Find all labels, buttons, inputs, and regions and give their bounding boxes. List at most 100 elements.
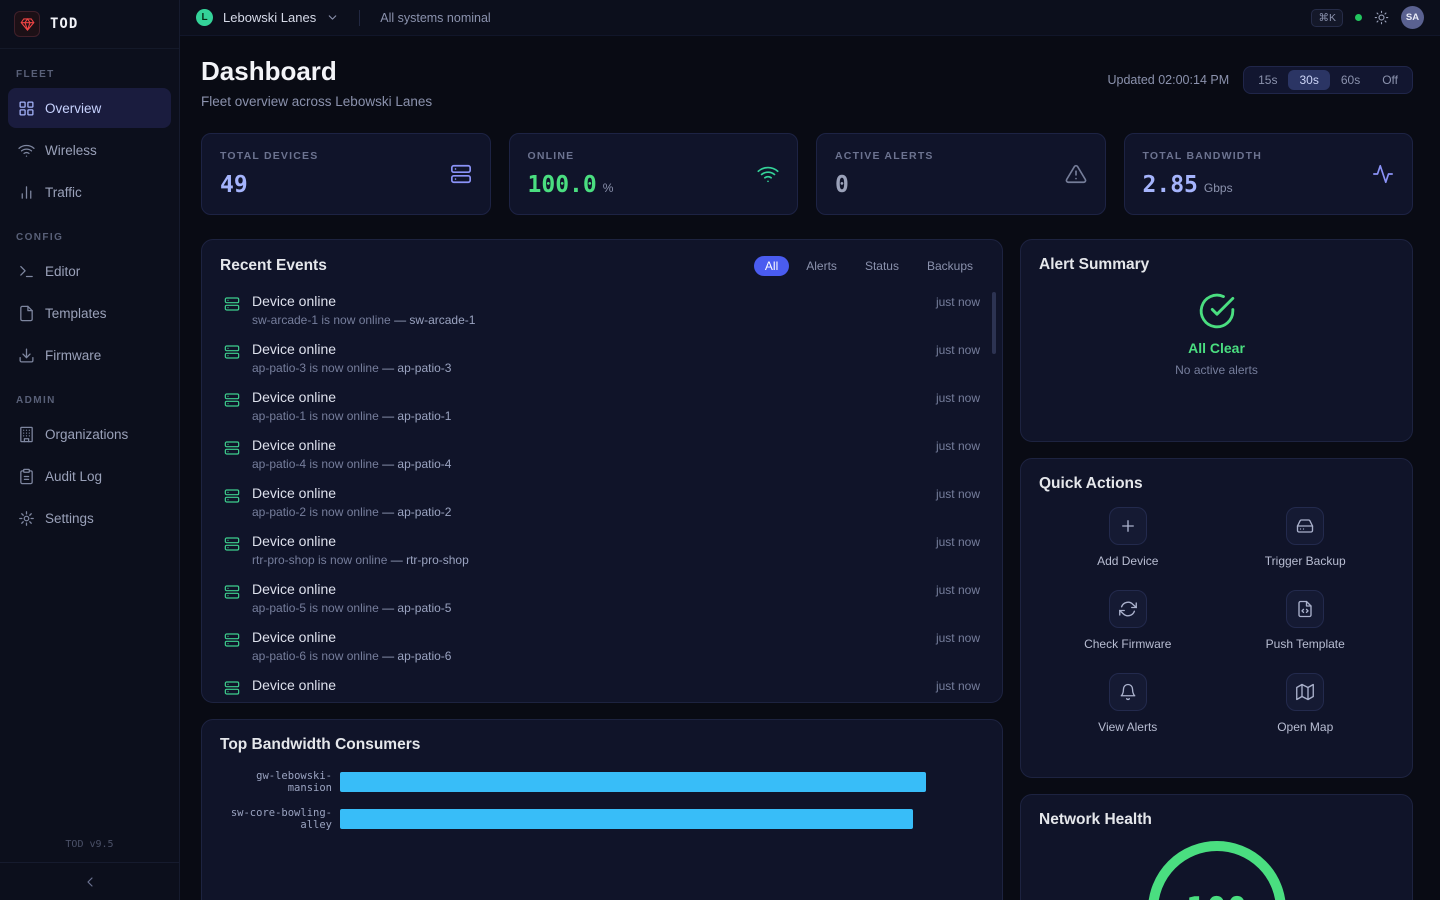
event-title: Device online [252,389,451,405]
bandwidth-device-label: sw-core-bowling-alley [220,807,332,831]
stat-value: 0 [835,172,849,198]
sun-icon[interactable] [1374,10,1389,25]
event-detail: sw-arcade-1 is now online [252,313,391,327]
quick-action-add-device[interactable]: Add Device [1039,507,1217,568]
server-icon [224,344,240,360]
event-list: Device online sw-arcade-1 is now online … [220,286,984,703]
events-scrollbar[interactable] [992,292,996,354]
network-health-panel: Network Health 100 [1020,794,1413,900]
quick-action-view-alerts[interactable]: View Alerts [1039,673,1217,734]
event-filter-pill[interactable]: All [754,256,789,276]
sidebar-collapse-button[interactable] [0,862,179,900]
event-detail: ap-patio-4 is now online [252,457,379,471]
event-detail: rtr-pro-shop is now online [252,553,387,567]
command-palette-shortcut[interactable]: ⌘K [1311,9,1343,27]
plus-icon [1109,507,1147,545]
stat-card-active-alerts: ACTIVE ALERTS 0 [816,133,1106,215]
bandwidth-row: sw-core-bowling-alley [220,807,984,831]
event-row[interactable]: Device online sw-arcade-1 is now online … [220,286,984,334]
app-version: TOD v9.5 [0,827,179,862]
alert-summary-panel: Alert Summary All Clear No active alerts [1020,239,1413,442]
quick-action-check-firmware[interactable]: Check Firmware [1039,590,1217,651]
refresh-segment[interactable]: Off [1371,70,1409,90]
sidebar-nav: FLEET Overview Wireless Traffic CONFIG E [0,49,179,540]
event-row[interactable]: Device online ap-patio-2 is now online —… [220,478,984,526]
event-title: Device online [252,677,336,693]
updated-timestamp: Updated 02:00:14 PM [1108,73,1230,87]
event-device: — ap-patio-4 [382,457,451,471]
nav-section-fleet: FLEET [16,69,163,80]
event-filter-pill[interactable]: Status [854,256,910,276]
bandwidth-bar [340,809,913,829]
sidebar-item-templates[interactable]: Templates [8,293,171,333]
sidebar-item-label: Firmware [45,348,101,363]
server-icon [224,296,240,312]
bandwidth-row: gw-lebowski-mansion [220,770,984,794]
bandwidth-bars: gw-lebowski-mansion sw-core-bowling-alle… [220,770,984,831]
refresh-segment[interactable]: 30s [1288,70,1329,90]
sidebar-item-firmware[interactable]: Firmware [8,335,171,375]
sidebar-item-overview[interactable]: Overview [8,88,171,128]
app-name: TOD [50,16,78,32]
event-title: Device online [252,341,451,357]
file-icon [18,305,35,322]
stat-value: 49 [220,172,248,198]
network-health-score: 100 [1142,835,1292,900]
page-title: Dashboard [201,56,432,87]
recent-events-title: Recent Events [220,257,327,275]
event-time: just now [936,295,980,309]
quick-action-push-template[interactable]: Push Template [1217,590,1395,651]
chevron-left-icon [82,874,98,890]
nav-section-config: CONFIG [16,232,163,243]
server-icon [224,680,240,696]
stat-value: 100.0 [528,172,597,198]
org-avatar: L [196,9,213,26]
org-switcher[interactable]: L Lebowski Lanes [196,9,339,26]
sidebar-item-label: Settings [45,511,94,526]
network-health-title: Network Health [1039,811,1394,829]
stat-value: 2.85 [1143,172,1198,198]
server-icon [224,392,240,408]
sidebar-item-traffic[interactable]: Traffic [8,172,171,212]
check-circle-icon [1198,292,1236,330]
app-logo: TOD [0,0,179,49]
event-filter-pill[interactable]: Alerts [795,256,848,276]
quick-action-open-map[interactable]: Open Map [1217,673,1395,734]
quick-actions-title: Quick Actions [1039,475,1394,493]
sidebar-item-wireless[interactable]: Wireless [8,130,171,170]
event-row[interactable]: Device online ap-patio-5 is now online —… [220,574,984,622]
event-title: Device online [252,629,451,645]
sidebar-item-editor[interactable]: Editor [8,251,171,291]
quick-action-trigger-backup[interactable]: Trigger Backup [1217,507,1395,568]
event-row[interactable]: Device online ap-patio-6 is now online —… [220,622,984,670]
event-row[interactable]: Device online ap-patio-3 is now online —… [220,334,984,382]
sidebar-item-organizations[interactable]: Organizations [8,414,171,454]
event-row[interactable]: Device online rtr-pro-shop is now online… [220,526,984,574]
event-row[interactable]: Device online just now [220,670,984,703]
event-filter-pill[interactable]: Backups [916,256,984,276]
recent-events-panel: Recent Events All Alerts Status Backups [201,239,1003,703]
event-row[interactable]: Device online ap-patio-4 is now online —… [220,430,984,478]
sidebar-item-settings[interactable]: Settings [8,498,171,538]
file-code-icon [1286,590,1324,628]
quick-action-label: Add Device [1097,554,1158,568]
page-header: Dashboard Fleet overview across Lebowski… [201,56,1413,109]
grid-icon [18,100,35,117]
sidebar-item-audit-log[interactable]: Audit Log [8,456,171,496]
event-time: just now [936,631,980,645]
refresh-segment[interactable]: 15s [1247,70,1288,90]
event-device: — ap-patio-2 [382,505,451,519]
stat-card-total-bandwidth: TOTAL BANDWIDTH 2.85 Gbps [1124,133,1414,215]
event-title: Device online [252,485,451,501]
stat-card-total-devices: TOTAL DEVICES 49 [201,133,491,215]
quick-action-label: Push Template [1266,637,1345,651]
event-device: — ap-patio-1 [382,409,451,423]
event-device: — ap-patio-5 [382,601,451,615]
event-row[interactable]: Device online ap-patio-1 is now online —… [220,382,984,430]
page-subtitle: Fleet overview across Lebowski Lanes [201,94,432,109]
sidebar-item-label: Audit Log [45,469,102,484]
building-icon [18,426,35,443]
user-avatar[interactable]: SA [1401,6,1424,29]
sidebar-item-label: Editor [45,264,80,279]
refresh-segment[interactable]: 60s [1330,70,1371,90]
